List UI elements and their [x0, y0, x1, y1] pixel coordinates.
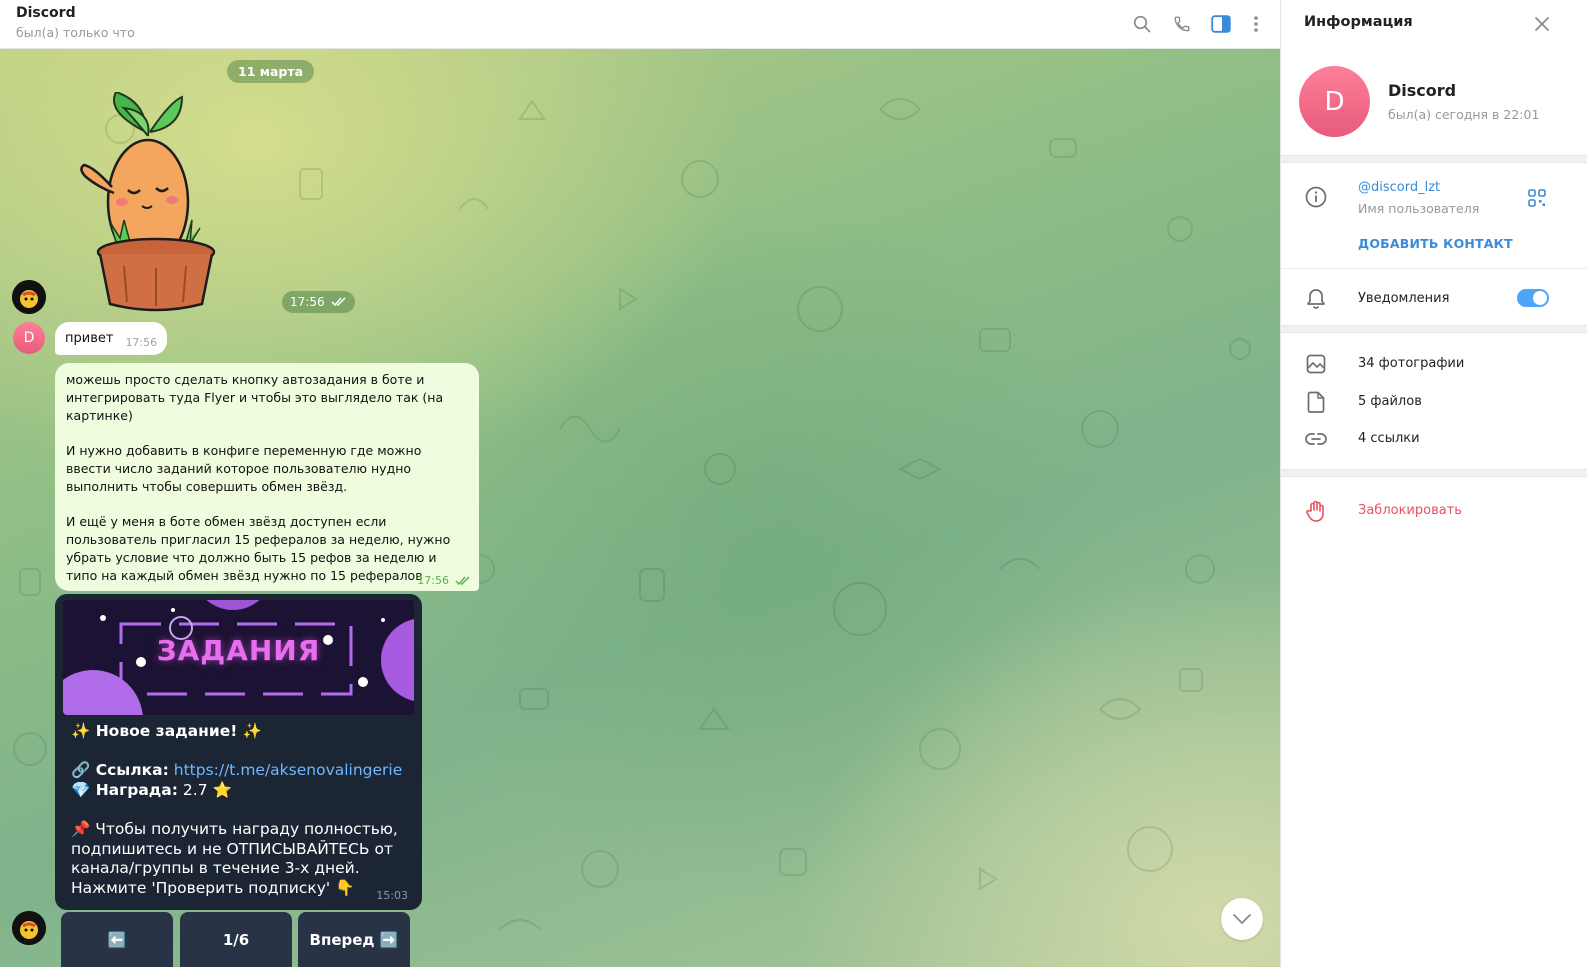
- contact-avatar-small[interactable]: D: [13, 322, 45, 354]
- bot-message-text: ✨ Новое задание! ✨ 🔗 Ссылка: https://t.m…: [71, 722, 411, 898]
- bot-avatar[interactable]: [12, 911, 46, 945]
- bot-message[interactable]: ЗАДАНИЯ ✨ Новое задание! ✨ 🔗 Ссылка: htt…: [55, 594, 422, 910]
- close-icon[interactable]: [1530, 12, 1554, 36]
- qr-code-icon[interactable]: [1527, 188, 1547, 208]
- sidebar-toggle-icon[interactable]: [1209, 12, 1233, 36]
- file-icon: [1305, 391, 1327, 413]
- keyboard-back-button[interactable]: ⬅️: [61, 912, 173, 967]
- row-divider: [1281, 268, 1587, 269]
- message-time: 17:56: [125, 336, 158, 349]
- section-divider: [1281, 469, 1587, 477]
- info-panel: Информация D Discord был(а) сегодня в 22…: [1280, 0, 1587, 967]
- message-paragraph: И ещё у меня в боте обмен звёзд доступен…: [66, 514, 451, 583]
- reward-value: 2.7 ⭐: [182, 780, 232, 799]
- bell-icon: [1305, 288, 1327, 310]
- banner-title: ЗАДАНИЯ: [156, 634, 321, 667]
- task-link[interactable]: https://t.me/aksenovalingerie: [174, 761, 403, 779]
- links-link[interactable]: 4 ссылки: [1358, 431, 1420, 446]
- block-user-button[interactable]: Заблокировать: [1358, 503, 1462, 518]
- notifications-toggle[interactable]: [1517, 289, 1549, 307]
- contact-last-seen: был(а) сегодня в 22:01: [1388, 107, 1540, 122]
- link-line: 🔗 Ссылка: https://t.me/aksenovalingerie: [71, 761, 411, 781]
- toggle-knob: [1533, 291, 1547, 305]
- photo-icon: [1305, 353, 1327, 375]
- files-link[interactable]: 5 файлов: [1358, 394, 1422, 409]
- sticker-time-text: 17:56: [290, 295, 325, 309]
- keyboard-forward-button[interactable]: Вперед ➡️: [298, 912, 410, 967]
- section-divider: [1281, 155, 1587, 163]
- contact-avatar[interactable]: D: [1299, 66, 1370, 137]
- link-label: 🔗 Ссылка:: [71, 761, 169, 780]
- username-link[interactable]: @discord_lzt: [1358, 180, 1440, 195]
- message-time-text: 17:56: [417, 574, 449, 587]
- outgoing-message[interactable]: можешь просто сделать кнопку автозадания…: [55, 363, 479, 591]
- incoming-message[interactable]: привет 17:56: [55, 322, 168, 355]
- add-contact-button[interactable]: ДОБАВИТЬ КОНТАКТ: [1358, 236, 1513, 251]
- chat-header: Discord был(а) только что: [0, 0, 1280, 49]
- message-paragraph: И нужно добавить в конфиге переменную гд…: [66, 443, 422, 494]
- hand-block-icon: [1305, 500, 1327, 522]
- double-check-icon: [331, 297, 346, 307]
- chat-title[interactable]: Discord: [16, 5, 76, 21]
- message-time: 17:56: [417, 574, 471, 587]
- info-icon: [1305, 186, 1327, 208]
- inline-keyboard: ⬅️ 1/6 Вперед ➡️: [55, 912, 422, 967]
- reward-line: 💎 Награда: 2.7 ⭐: [71, 781, 411, 801]
- photos-link[interactable]: 34 фотографии: [1358, 356, 1464, 371]
- chevron-down-icon: [1233, 914, 1251, 924]
- reward-label: 💎 Награда:: [71, 780, 178, 799]
- sticker-time: 17:56: [282, 291, 355, 313]
- chat-status: был(а) только что: [16, 25, 135, 40]
- instruction-text: 📌 Чтобы получить награду полностью, подп…: [71, 819, 398, 897]
- keyboard-page-button[interactable]: 1/6: [180, 912, 292, 967]
- message-paragraph: можешь просто сделать кнопку автозадания…: [66, 372, 444, 423]
- more-vert-icon[interactable]: [1244, 12, 1268, 36]
- date-separator: 11 марта: [227, 60, 315, 83]
- bot-avatar[interactable]: [12, 280, 46, 314]
- new-task-line: ✨ Новое задание! ✨: [71, 722, 262, 740]
- phone-icon[interactable]: [1170, 12, 1194, 36]
- message-text: привет: [65, 331, 114, 346]
- link-icon: [1305, 428, 1327, 450]
- section-divider: [1281, 325, 1587, 333]
- chat-area: Discord был(а) только что 11 марта 17:56…: [0, 0, 1280, 967]
- contact-name: Discord: [1388, 81, 1457, 100]
- notifications-label: Уведомления: [1358, 291, 1450, 306]
- username-label: Имя пользователя: [1358, 201, 1480, 216]
- scroll-down-button[interactable]: [1221, 898, 1263, 940]
- info-panel-title: Информация: [1304, 14, 1413, 30]
- sticker-sprout[interactable]: [76, 90, 221, 314]
- message-time: 15:03: [376, 889, 408, 902]
- search-icon[interactable]: [1130, 12, 1154, 36]
- double-check-icon: [455, 575, 470, 585]
